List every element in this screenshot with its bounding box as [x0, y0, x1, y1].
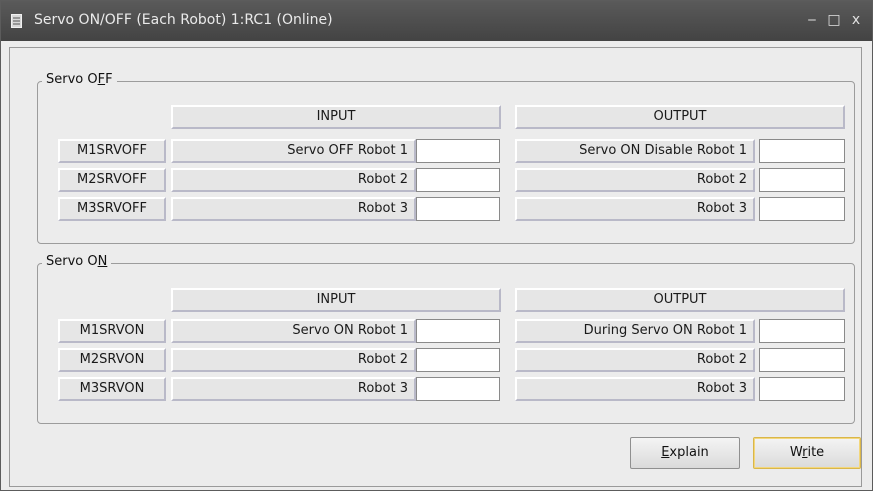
servo-off-row-label: M2SRVOFF [58, 168, 166, 192]
servo-off-output-field[interactable] [759, 197, 845, 221]
servo-off-input-desc: Servo OFF Robot 1 [171, 139, 416, 163]
servo-on-input-field[interactable] [416, 348, 500, 372]
servo-off-row-label: M1SRVOFF [58, 139, 166, 163]
servo-on-output-field[interactable] [759, 319, 845, 343]
dialog-body: Servo OFF INPUT OUTPUT M1SRVOFF Servo OF… [9, 47, 862, 487]
minimize-icon[interactable]: ‒ [804, 12, 820, 28]
servo-off-output-field[interactable] [759, 168, 845, 192]
servo-on-output-desc: During Servo ON Robot 1 [515, 319, 755, 343]
servo-on-output-header: OUTPUT [515, 288, 845, 312]
servo-on-input-field[interactable] [416, 377, 500, 401]
servo-off-input-field[interactable] [416, 139, 500, 163]
write-button[interactable]: Write [753, 437, 861, 469]
servo-on-input-desc: Robot 3 [171, 377, 416, 401]
servo-on-row-label: M3SRVON [58, 377, 166, 401]
servo-off-input-desc: Robot 3 [171, 197, 416, 221]
servo-on-row-label: M2SRVON [58, 348, 166, 372]
servo-on-output-field[interactable] [759, 377, 845, 401]
servo-on-input-header: INPUT [171, 288, 501, 312]
document-icon [11, 14, 22, 28]
servo-off-output-desc: Robot 2 [515, 168, 755, 192]
servo-off-output-header: OUTPUT [515, 105, 845, 129]
maximize-icon[interactable]: □ [826, 12, 842, 28]
servo-off-input-field[interactable] [416, 168, 500, 192]
servo-off-output-field[interactable] [759, 139, 845, 163]
servo-off-output-desc: Robot 3 [515, 197, 755, 221]
servo-on-input-desc: Servo ON Robot 1 [171, 319, 416, 343]
servo-on-output-desc: Robot 3 [515, 377, 755, 401]
title-bar[interactable]: Servo ON/OFF (Each Robot) 1:RC1 (Online)… [1, 1, 872, 41]
servo-off-output-desc: Servo ON Disable Robot 1 [515, 139, 755, 163]
servo-on-row-label: M1SRVON [58, 319, 166, 343]
servo-off-input-desc: Robot 2 [171, 168, 416, 192]
servo-on-legend: Servo ON [42, 254, 112, 269]
servo-off-input-field[interactable] [416, 197, 500, 221]
servo-on-output-field[interactable] [759, 348, 845, 372]
close-icon[interactable]: x [848, 12, 864, 28]
servo-on-output-desc: Robot 2 [515, 348, 755, 372]
servo-on-input-field[interactable] [416, 319, 500, 343]
servo-off-row-label: M3SRVOFF [58, 197, 166, 221]
servo-on-input-desc: Robot 2 [171, 348, 416, 372]
window-title: Servo ON/OFF (Each Robot) 1:RC1 (Online) [34, 12, 333, 28]
servo-off-input-header: INPUT [171, 105, 501, 129]
explain-button[interactable]: Explain [630, 437, 740, 469]
servo-off-legend: Servo OFF [42, 72, 117, 87]
servo-onoff-window: Servo ON/OFF (Each Robot) 1:RC1 (Online)… [0, 0, 873, 491]
